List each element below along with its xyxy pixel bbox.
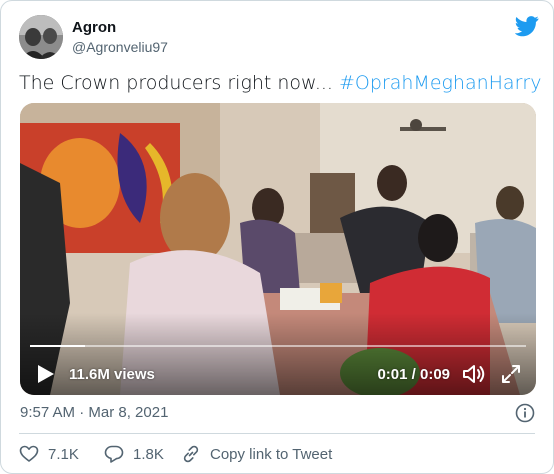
copy-link-label: Copy link to Tweet <box>210 445 333 463</box>
tweet-card[interactable]: Agron @Agronveliu97 The Crown producers … <box>0 0 554 474</box>
progress-fill <box>30 345 85 347</box>
view-count: 11.6M views <box>69 366 155 383</box>
user-handle[interactable]: @Agronveliu97 <box>72 39 168 55</box>
volume-icon[interactable] <box>462 363 486 385</box>
reply-button[interactable]: 1.8K <box>104 443 164 465</box>
play-icon[interactable] <box>34 363 56 385</box>
user-name[interactable]: Agron <box>72 19 116 36</box>
avatar[interactable] <box>19 15 63 59</box>
tweet-text: The Crown producers right now... #OprahM… <box>19 71 541 95</box>
copy-link-button[interactable]: Copy link to Tweet <box>181 443 332 465</box>
tweet-header: Agron @Agronveliu97 <box>19 13 539 61</box>
tweet-timestamp[interactable]: 9:57 AM · Mar 8, 2021 <box>20 404 168 421</box>
reply-icon <box>104 445 124 463</box>
fullscreen-icon[interactable] <box>500 363 522 385</box>
info-icon[interactable] <box>515 403 535 423</box>
reply-count: 1.8K <box>133 445 164 463</box>
tweet-body: The Crown producers right now... <box>19 72 339 94</box>
twitter-bird-icon[interactable] <box>515 15 539 37</box>
like-count: 7.1K <box>48 445 79 463</box>
divider <box>19 433 535 434</box>
tweet-actions: 7.1K 1.8K Copy link to Tweet <box>19 443 535 465</box>
hashtag-link[interactable]: #OprahMeghanHarry <box>339 72 541 94</box>
progress-bar[interactable] <box>30 345 526 347</box>
like-button[interactable]: 7.1K <box>19 443 79 465</box>
video-player[interactable]: 11.6M views 0:01 / 0:09 <box>20 103 536 395</box>
video-frame <box>20 103 536 395</box>
video-time: 0:01 / 0:09 <box>377 366 450 383</box>
link-icon <box>183 445 199 463</box>
heart-icon <box>19 445 39 462</box>
video-controls: 11.6M views 0:01 / 0:09 <box>20 353 536 395</box>
